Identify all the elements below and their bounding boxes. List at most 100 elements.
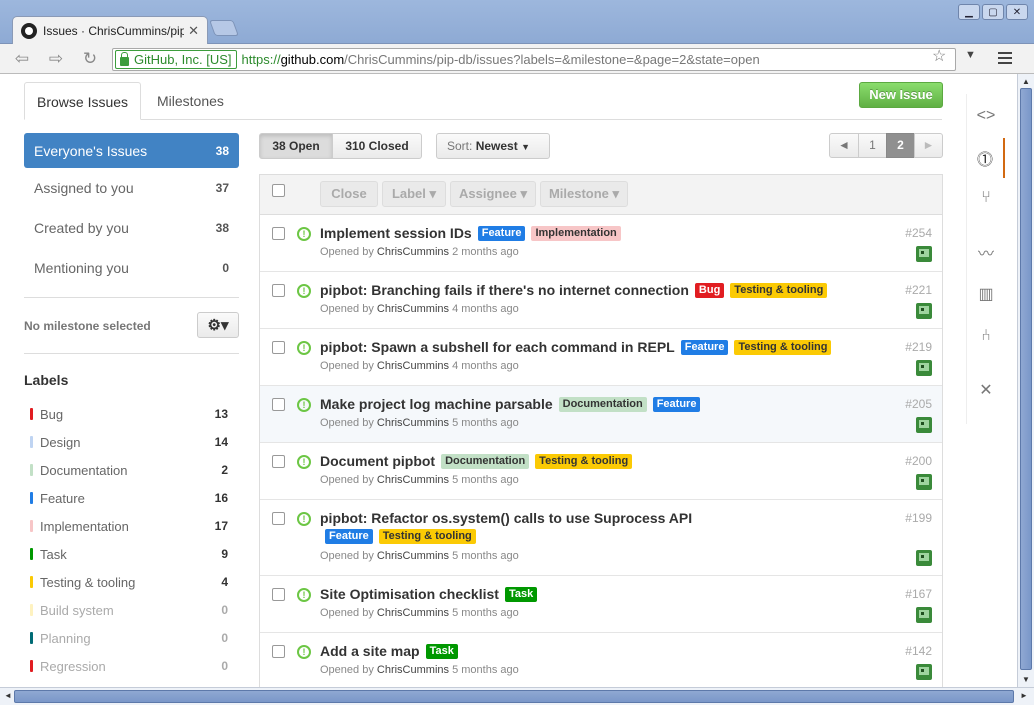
assignee-dropdown[interactable]: Assignee ▾: [450, 181, 536, 207]
issue-label-tag[interactable]: Task: [504, 586, 538, 602]
issue-label-tag[interactable]: Implementation: [531, 225, 621, 241]
address-bar[interactable]: GitHub, Inc. [US] https://github.com/Chr…: [112, 48, 956, 71]
issue-author-link[interactable]: ChrisCummins: [377, 664, 449, 676]
issue-checkbox[interactable]: [272, 645, 285, 658]
issue-title-link[interactable]: Add a site map: [320, 643, 420, 659]
avatar[interactable]: [916, 246, 932, 262]
issue-label-tag[interactable]: Feature: [680, 339, 729, 355]
avatar[interactable]: [916, 303, 932, 319]
vertical-scroll-thumb[interactable]: [1020, 88, 1032, 670]
issue-label-tag[interactable]: Documentation: [441, 453, 530, 469]
filter-mentioning-you[interactable]: Mentioning you 0: [24, 248, 239, 288]
issue-row[interactable]: ! Document pipbot Documentation Testing & t…: [260, 443, 942, 500]
label-dropdown[interactable]: Label ▾: [382, 181, 446, 207]
pull-requests-icon[interactable]: ⑂: [967, 178, 1005, 218]
graphs-icon[interactable]: ▥: [967, 274, 1005, 314]
issue-title-link[interactable]: Site Optimisation checklist: [320, 586, 499, 602]
issue-row[interactable]: ! Add a site map Task Opened by ChrisCummin…: [260, 633, 942, 687]
avatar[interactable]: [916, 664, 932, 680]
issue-label-tag[interactable]: Testing & tooling: [730, 282, 828, 298]
gear-icon[interactable]: ⚙▾: [197, 312, 239, 338]
pulse-icon[interactable]: 〰: [967, 232, 1005, 272]
avatar[interactable]: [916, 360, 932, 376]
issue-row[interactable]: ! Site Optimisation checklist Task Opened b…: [260, 576, 942, 633]
label-filter-item[interactable]: Feature 16: [24, 484, 239, 512]
issue-checkbox[interactable]: [272, 227, 285, 240]
back-icon[interactable]: ⇦: [10, 49, 34, 69]
settings-tools-icon[interactable]: ✕: [967, 370, 1005, 410]
issue-checkbox[interactable]: [272, 512, 285, 525]
issue-label-tag[interactable]: Testing & tooling: [535, 453, 633, 469]
closed-issues-button[interactable]: 310 Closed: [332, 133, 422, 159]
avatar[interactable]: [916, 474, 932, 490]
issue-label-tag[interactable]: Feature: [477, 225, 526, 241]
issue-title-link[interactable]: Document pipbot: [320, 453, 435, 469]
network-icon[interactable]: ⑃: [967, 316, 1005, 356]
milestone-dropdown[interactable]: Milestone ▾: [540, 181, 628, 207]
issues-icon[interactable]: ⓵: [967, 138, 1005, 178]
issue-title-link[interactable]: Implement session IDs: [320, 225, 472, 241]
label-filter-item[interactable]: Bug 13: [24, 400, 239, 428]
horizontal-scroll-thumb[interactable]: [14, 690, 1014, 703]
issue-row[interactable]: ! pipbot: Refactor os.system() calls to u…: [260, 500, 942, 576]
minimize-icon[interactable]: ▁: [958, 4, 980, 20]
label-filter-item[interactable]: Planning 0: [24, 624, 239, 652]
issue-checkbox[interactable]: [272, 398, 285, 411]
filter-created-by-you[interactable]: Created by you 38: [24, 208, 239, 248]
prev-page-button[interactable]: ◄: [829, 133, 859, 158]
page-2-button[interactable]: 2: [886, 133, 915, 158]
avatar[interactable]: [916, 417, 932, 433]
issue-label-tag[interactable]: Testing & tooling: [734, 339, 832, 355]
next-page-button[interactable]: ►: [914, 133, 943, 158]
label-filter-item[interactable]: Regression 0: [24, 652, 239, 680]
browser-menu-icon[interactable]: [998, 52, 1012, 67]
issue-label-tag[interactable]: Feature: [652, 396, 701, 412]
avatar[interactable]: [916, 550, 932, 566]
label-filter-item[interactable]: Task 9: [24, 540, 239, 568]
close-window-icon[interactable]: ✕: [1006, 4, 1028, 20]
issue-checkbox[interactable]: [272, 588, 285, 601]
issue-checkbox[interactable]: [272, 455, 285, 468]
horizontal-scrollbar[interactable]: ◄ ►: [0, 687, 1034, 705]
filter-everyones-issues[interactable]: Everyone's Issues 38: [24, 133, 239, 168]
close-tab-icon[interactable]: ✕: [188, 23, 199, 39]
filter-assigned-to-you[interactable]: Assigned to you 37: [24, 168, 239, 208]
label-filter-item[interactable]: Testing & tooling 4: [24, 568, 239, 596]
label-filter-item[interactable]: Design 14: [24, 428, 239, 456]
issue-row[interactable]: ! Make project log machine parsable Docume…: [260, 386, 942, 443]
browser-tab[interactable]: Issues · ChrisCummins/pip- ✕: [12, 16, 208, 44]
new-tab-button[interactable]: [209, 20, 239, 36]
forward-icon[interactable]: ⇨: [44, 49, 68, 69]
tab-browse-issues[interactable]: Browse Issues: [24, 82, 142, 120]
issue-row[interactable]: ! pipbot: Spawn a subshell for each comma…: [260, 329, 942, 386]
issue-label-tag[interactable]: Bug: [694, 282, 725, 298]
select-all-checkbox[interactable]: [272, 184, 285, 197]
issue-label-tag[interactable]: Documentation: [558, 396, 647, 412]
issue-author-link[interactable]: ChrisCummins: [377, 474, 449, 486]
issue-author-link[interactable]: ChrisCummins: [377, 607, 449, 619]
issue-title-link[interactable]: Make project log machine parsable: [320, 396, 553, 412]
issue-title-link[interactable]: pipbot: Spawn a subshell for each comman…: [320, 339, 675, 355]
issue-row[interactable]: ! pipbot: Branching fails if there's no i…: [260, 272, 942, 329]
issue-title-link[interactable]: pipbot: Refactor os.system() calls to us…: [320, 510, 692, 526]
maximize-icon[interactable]: ▢: [982, 4, 1004, 20]
label-filter-item[interactable]: Implementation 17: [24, 512, 239, 540]
ev-certificate-badge[interactable]: GitHub, Inc. [US]: [115, 50, 237, 69]
issue-author-link[interactable]: ChrisCummins: [377, 417, 449, 429]
sort-dropdown[interactable]: Sort: Newest ▼: [436, 133, 550, 159]
avatar[interactable]: [916, 607, 932, 623]
close-button[interactable]: Close: [320, 181, 378, 207]
issue-author-link[interactable]: ChrisCummins: [377, 550, 449, 562]
chevron-down-icon[interactable]: ▼: [965, 49, 976, 61]
bookmark-star-icon[interactable]: ☆: [932, 46, 946, 66]
issue-author-link[interactable]: ChrisCummins: [377, 303, 449, 315]
issue-label-tag[interactable]: Task: [425, 643, 458, 659]
issue-checkbox[interactable]: [272, 284, 285, 297]
vertical-scrollbar[interactable]: ▲ ▼: [1017, 74, 1034, 687]
issue-label-tag[interactable]: Testing & tooling: [378, 529, 476, 544]
code-icon[interactable]: <>: [967, 96, 1005, 136]
issue-label-tag[interactable]: Feature: [325, 529, 373, 544]
issue-title-link[interactable]: pipbot: Branching fails if there's no in…: [320, 282, 689, 298]
open-issues-button[interactable]: 38 Open: [259, 133, 333, 159]
issue-author-link[interactable]: ChrisCummins: [377, 360, 449, 372]
